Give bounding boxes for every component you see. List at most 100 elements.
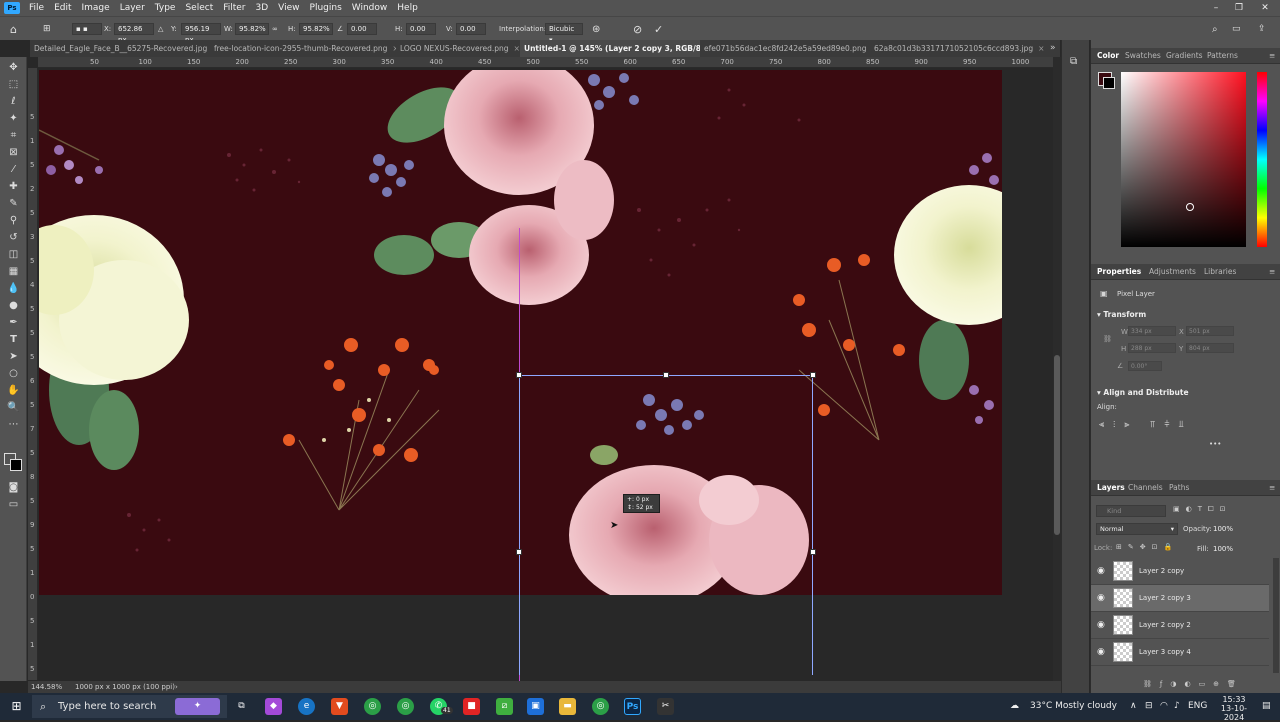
pen-tool-icon[interactable]: ✒: [6, 316, 21, 329]
warp-icon[interactable]: ⊛: [592, 22, 600, 36]
photoshop-taskbar-icon[interactable]: Ps: [624, 698, 641, 715]
network-icon[interactable]: ⊟: [1145, 693, 1153, 720]
align-section[interactable]: ▾ Align and Distribute: [1097, 388, 1189, 397]
w-field[interactable]: 334 px: [1128, 326, 1176, 336]
transform-handle[interactable]: [810, 372, 816, 378]
type-tool-icon[interactable]: T: [6, 333, 21, 346]
angle-field[interactable]: 0.00: [347, 22, 377, 36]
weather-text[interactable]: 33°C Mostly cloudy: [1030, 693, 1117, 720]
close-tab-icon[interactable]: ×: [1038, 44, 1044, 53]
tab-untitled-1[interactable]: Untitled-1 @ 145% (Layer 2 copy 3, RGB/8…: [520, 40, 700, 57]
tab-channels[interactable]: Channels: [1128, 480, 1163, 496]
zoom-level[interactable]: 144.58%: [31, 681, 62, 693]
brush-tool-icon[interactable]: ✎: [6, 197, 21, 210]
healing-brush-icon[interactable]: ✚: [6, 180, 21, 193]
transform-handle[interactable]: [810, 549, 816, 555]
w-field[interactable]: 95.82%: [235, 22, 269, 36]
shape-tool-icon[interactable]: ○: [6, 367, 21, 380]
tab-color[interactable]: Color: [1097, 48, 1119, 64]
y-field[interactable]: 956.19 px: [181, 22, 221, 44]
visibility-eye-icon[interactable]: ◉: [1097, 594, 1107, 604]
weather-icon[interactable]: ☁: [1010, 693, 1019, 720]
menu-3d[interactable]: 3D: [251, 0, 274, 16]
share-icon[interactable]: ⇪: [1258, 22, 1266, 36]
blend-mode-select[interactable]: Normal ▾: [1096, 523, 1178, 535]
lock-icons[interactable]: ⊞✎✥⊡🔒: [1116, 543, 1178, 551]
menu-window[interactable]: Window: [347, 0, 393, 16]
layer-row[interactable]: ◉ Layer 2 copy: [1091, 558, 1269, 585]
history-brush-icon[interactable]: ↺: [6, 231, 21, 244]
move-tool-icon[interactable]: ✥: [6, 61, 21, 74]
interpolation-select[interactable]: Bicubic ▾: [545, 22, 583, 44]
language-indicator[interactable]: ENG: [1188, 693, 1207, 720]
chrome-2-icon[interactable]: ◎: [592, 698, 609, 715]
layer-row-selected[interactable]: ◉ Layer 2 copy 3: [1091, 585, 1269, 612]
menu-edit[interactable]: Edit: [49, 0, 76, 16]
task-view-icon[interactable]: ⧉: [233, 698, 250, 715]
layer-filter-kind[interactable]: Kind: [1096, 505, 1166, 517]
quick-mask-icon[interactable]: ◙: [6, 481, 21, 494]
menu-view[interactable]: View: [273, 0, 304, 16]
windows-start-icon[interactable]: ⊞: [8, 698, 25, 715]
tab-layers[interactable]: Layers: [1097, 480, 1125, 496]
background-color-swatch[interactable]: [10, 459, 22, 471]
hskew-field[interactable]: 0.00: [406, 22, 436, 36]
crop-tool-icon[interactable]: ⌗: [6, 129, 21, 142]
tab-properties[interactable]: Properties: [1097, 264, 1141, 280]
eraser-tool-icon[interactable]: ◫: [6, 248, 21, 261]
restore-button[interactable]: ❐: [1228, 0, 1250, 16]
vertical-scroll-thumb[interactable]: [1054, 355, 1060, 535]
layers-scrollbar[interactable]: [1273, 558, 1279, 673]
transform-section[interactable]: ▾ Transform: [1097, 310, 1146, 319]
h-field[interactable]: 95.82%: [299, 22, 333, 36]
search-icon[interactable]: ⌕: [1212, 22, 1218, 36]
notifications-icon[interactable]: ▤: [1262, 693, 1271, 720]
panel-menu-icon[interactable]: ≡: [1269, 48, 1275, 64]
tab-62a8c0[interactable]: 62a8c01d3b3317171052105c6ccd893.jpg ×: [870, 40, 1050, 57]
snipping-tool-icon[interactable]: ✂: [657, 698, 674, 715]
copilot-icon[interactable]: ◆: [265, 698, 282, 715]
menu-help[interactable]: Help: [392, 0, 423, 16]
dodge-tool-icon[interactable]: ●: [6, 299, 21, 312]
workspace-icon[interactable]: ▭: [1232, 22, 1241, 36]
x-field[interactable]: 652.86 px: [114, 22, 154, 44]
marquee-tool-icon[interactable]: ⬚: [6, 78, 21, 91]
tab-eagle[interactable]: Detailed_Eagle_Face_B__65275-Recovered.j…: [30, 40, 210, 57]
chrome-profile-icon[interactable]: ◎: [397, 698, 414, 715]
x-field[interactable]: 501 px: [1186, 326, 1234, 336]
tab-paths[interactable]: Paths: [1169, 480, 1189, 496]
menu-filter[interactable]: Filter: [218, 0, 250, 16]
hand-tool-icon[interactable]: ✋: [6, 384, 21, 397]
transform-handle[interactable]: [663, 372, 669, 378]
color-picker-cursor[interactable]: [1186, 203, 1194, 211]
wifi-icon[interactable]: ◠: [1160, 693, 1168, 720]
canvas-workspace[interactable]: +: 0 px ↕: 52 px ➤: [38, 68, 1053, 681]
delta-icon[interactable]: △: [158, 22, 163, 36]
zoom-tool-icon[interactable]: 🔍: [6, 401, 21, 414]
store-icon[interactable]: ▣: [527, 698, 544, 715]
clock[interactable]: 15:33 13-10-2024: [1212, 695, 1256, 722]
more-tabs-icon[interactable]: »: [1050, 43, 1056, 53]
layer-row[interactable]: ◉ Layer 3 copy 4: [1091, 639, 1269, 666]
menu-plugins[interactable]: Plugins: [305, 0, 347, 16]
tab-gradients[interactable]: Gradients: [1166, 48, 1203, 64]
opacity-value[interactable]: 100%: [1213, 525, 1233, 533]
fill-value[interactable]: 100%: [1213, 545, 1233, 553]
tab-patterns[interactable]: Patterns: [1207, 48, 1238, 64]
color-bg-swatch[interactable]: [1103, 77, 1115, 89]
screen-mode-icon[interactable]: ▭: [6, 498, 21, 511]
magic-wand-icon[interactable]: ✦: [6, 112, 21, 125]
h-field[interactable]: 288 px: [1128, 343, 1176, 353]
panel-menu-icon[interactable]: ≡: [1269, 480, 1275, 496]
reference-point-icon[interactable]: ▪ ▪: [72, 22, 102, 36]
layer-row[interactable]: ◉ Layer 2 copy 2: [1091, 612, 1269, 639]
brave-icon[interactable]: ▼: [331, 698, 348, 715]
gradient-tool-icon[interactable]: ▦: [6, 265, 21, 278]
commit-transform-icon[interactable]: ✓: [654, 22, 663, 36]
menu-image[interactable]: Image: [77, 0, 115, 16]
layer-actions-icons[interactable]: ⛓ƒ◑◐▭⊕🗑: [1143, 680, 1244, 688]
menu-type[interactable]: Type: [150, 0, 181, 16]
transform-options-icon[interactable]: ⊞: [43, 22, 51, 36]
clone-stamp-icon[interactable]: ⚲: [6, 214, 21, 227]
layer-filter-icons[interactable]: ▣◐T⧠⊡: [1173, 505, 1231, 514]
